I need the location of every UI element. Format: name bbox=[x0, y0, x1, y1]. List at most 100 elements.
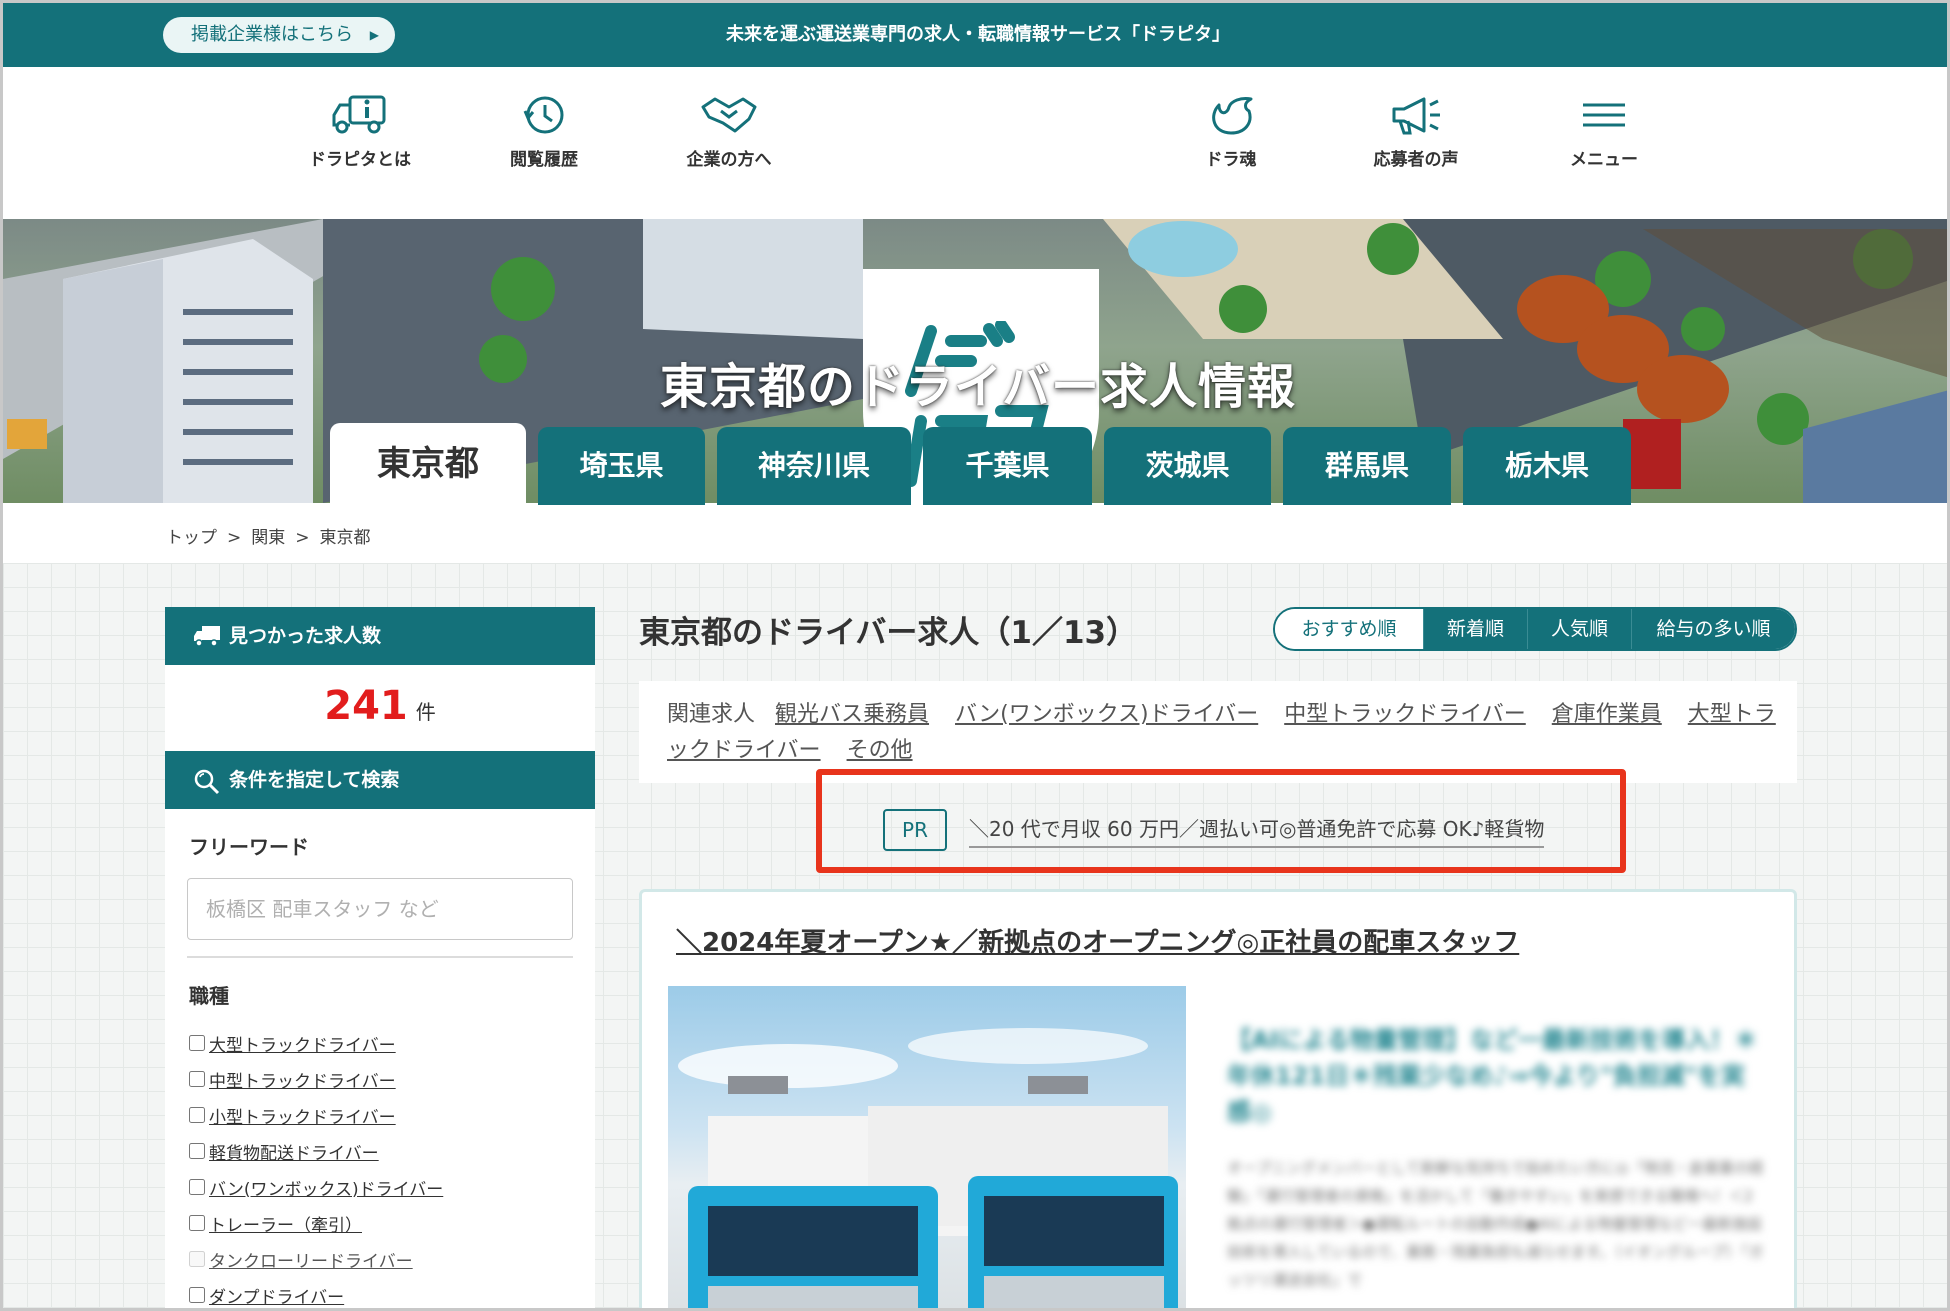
nav-voices-label: 応募者の声 bbox=[1373, 150, 1459, 170]
search-conditions-header: 条件を指定して検索 bbox=[165, 751, 595, 809]
jobtype-link[interactable]: トレーラー（牽引） bbox=[209, 1211, 362, 1236]
nav-about-label: ドラピタとは bbox=[309, 150, 411, 170]
related-job-link[interactable]: 倉庫作業員 bbox=[1552, 702, 1662, 727]
nav-menu-label: メニュー bbox=[1570, 150, 1638, 170]
tab-prefecture-tochigi[interactable]: 栃木県 bbox=[1463, 427, 1631, 505]
jobtype-item: 中型トラックドライバー bbox=[189, 1061, 595, 1097]
tab-prefecture-saitama[interactable]: 埼玉県 bbox=[538, 427, 705, 505]
job-summary-heading: 【AIによる物量管理】など一最新技術を導入！＊年休121日＊残業少なめ♪⇒今より… bbox=[1227, 1026, 1758, 1126]
pr-banner: PR ＼20 代で月収 60 万円／週払い可◎普通免許で応募 OK♪軽貨物 bbox=[883, 807, 1545, 853]
header-nav: ドラピタとは 閲覧履歴 企業の方へ ドラ魂 応募者の声 メニュー bbox=[3, 67, 1947, 219]
sort-recommended[interactable]: おすすめ順 bbox=[1275, 609, 1423, 649]
nav-voices[interactable]: 応募者の声 bbox=[1331, 93, 1501, 170]
related-jobs-label: 関連求人 bbox=[667, 702, 756, 727]
job-summary-text: オープニングメンバーとして新鮮な気持ちで始めたい方に◎「物流・倉庫業の経験」「運… bbox=[1227, 1159, 1764, 1289]
jobtype-link[interactable]: バン(ワンボックス)ドライバー bbox=[209, 1175, 443, 1200]
tab-prefecture-kanagawa[interactable]: 神奈川県 bbox=[717, 427, 911, 505]
hero-title: 東京都のドライバー求人情報 bbox=[659, 359, 1297, 415]
pr-badge: PR bbox=[883, 809, 947, 851]
clock-history-icon bbox=[523, 96, 564, 134]
related-jobs: 関連求人 観光バス乗務員 バン(ワンボックス)ドライバー 中型トラックドライバー 倉庫作… bbox=[639, 681, 1797, 783]
breadcrumb-separator: > bbox=[227, 528, 242, 548]
related-job-link[interactable]: その他 bbox=[847, 738, 913, 763]
breadcrumb: トップ > 関東 > 東京都 bbox=[166, 523, 371, 548]
truck-info-icon bbox=[332, 95, 386, 134]
jobtype-checkbox[interactable] bbox=[189, 1287, 205, 1303]
sort-salary[interactable]: 給与の多い順 bbox=[1631, 609, 1795, 649]
jobtype-link[interactable]: タンクローリードライバー bbox=[209, 1247, 413, 1272]
jobtype-link[interactable]: ダンプドライバー bbox=[209, 1283, 344, 1308]
jobtype-checkbox[interactable] bbox=[189, 1035, 205, 1051]
jobtype-checkbox[interactable] bbox=[189, 1251, 205, 1267]
prefecture-tabs: 東京都 埼玉県 神奈川県 千葉県 茨城県 群馬県 栃木県 bbox=[3, 419, 1947, 505]
jobtype-link[interactable]: 中型トラックドライバー bbox=[209, 1067, 396, 1092]
freeword-label: フリーワード bbox=[189, 835, 309, 859]
jobtype-link[interactable]: 大型トラックドライバー bbox=[209, 1031, 396, 1056]
breadcrumb-separator: > bbox=[295, 528, 310, 548]
job-summary: 【AIによる物量管理】など一最新技術を導入！＊年休121日＊残業少なめ♪⇒今より… bbox=[1227, 1022, 1767, 1294]
nav-spirit-label: ドラ魂 bbox=[1205, 150, 1257, 170]
flame-spirit-icon bbox=[1212, 97, 1253, 135]
jobtype-item: ダンプドライバー bbox=[189, 1277, 595, 1308]
sort-options: おすすめ順 新着順 人気順 給与の多い順 bbox=[1273, 607, 1797, 651]
jobtype-item: 大型トラックドライバー bbox=[189, 1025, 595, 1061]
nav-company-label: 企業の方へ bbox=[686, 150, 772, 170]
job-card: ＼2024年夏オープン★／新拠点のオープニング◎正社員の配車スタッフ 【AIによ… bbox=[639, 889, 1797, 1308]
trucks-photo-illustration bbox=[678, 1028, 1178, 1308]
freeword-input[interactable] bbox=[187, 878, 573, 940]
breadcrumb-top[interactable]: トップ bbox=[166, 528, 217, 548]
truck-icon bbox=[194, 626, 220, 647]
nav-menu[interactable]: メニュー bbox=[1519, 93, 1689, 170]
breadcrumb-bar: トップ > 関東 > 東京都 bbox=[3, 503, 1947, 563]
jobtype-link[interactable]: 軽貨物配送ドライバー bbox=[209, 1139, 379, 1164]
jobtype-item: 軽貨物配送ドライバー bbox=[189, 1133, 595, 1169]
result-count: 241 件 bbox=[165, 665, 595, 751]
breadcrumb-current: 東京都 bbox=[319, 528, 371, 548]
advertiser-link-label: 掲載企業様はこちら bbox=[191, 24, 353, 45]
megaphone-icon bbox=[1392, 97, 1440, 135]
jobtype-checkbox[interactable] bbox=[189, 1179, 205, 1195]
hamburger-menu-icon bbox=[1583, 103, 1625, 127]
nav-about[interactable]: ドラピタとは bbox=[275, 93, 445, 170]
job-title-link[interactable]: ＼2024年夏オープン★／新拠点のオープニング◎正社員の配車スタッフ bbox=[676, 922, 1519, 959]
jobtype-link[interactable]: 小型トラックドライバー bbox=[209, 1103, 396, 1128]
jobtype-item: トレーラー（牽引） bbox=[189, 1205, 595, 1241]
related-job-link[interactable]: 観光バス乗務員 bbox=[775, 702, 929, 727]
sidebar: 見つかった求人数 241 件 条件を指定して検索 フリーワード 職種 大型トラック… bbox=[165, 607, 595, 1308]
tab-prefecture-chiba[interactable]: 千葉県 bbox=[923, 427, 1092, 505]
jobtype-checkbox[interactable] bbox=[189, 1071, 205, 1087]
tab-prefecture-gunma[interactable]: 群馬県 bbox=[1283, 427, 1451, 505]
search-conditions-header-label: 条件を指定して検索 bbox=[229, 769, 400, 791]
chevron-right-icon: ▶ bbox=[369, 28, 379, 42]
advertiser-link-button[interactable]: 掲載企業様はこちら ▶ bbox=[163, 17, 395, 53]
related-job-link[interactable]: バン(ワンボックス)ドライバー bbox=[955, 702, 1258, 727]
pr-link[interactable]: ＼20 代で月収 60 万円／週払い可◎普通免許で応募 OK♪軽貨物 bbox=[969, 813, 1545, 848]
sort-newest[interactable]: 新着順 bbox=[1423, 609, 1527, 649]
jobtype-checkbox[interactable] bbox=[189, 1143, 205, 1159]
result-count-unit: 件 bbox=[415, 700, 436, 724]
handshake-icon bbox=[701, 97, 757, 133]
tab-prefecture-tokyo[interactable]: 東京都 bbox=[330, 423, 526, 505]
jobtype-item: バン(ワンボックス)ドライバー bbox=[189, 1169, 595, 1205]
nav-company[interactable]: 企業の方へ bbox=[644, 93, 814, 170]
found-count-header-label: 見つかった求人数 bbox=[229, 625, 382, 647]
related-job-link[interactable]: 中型トラックドライバー bbox=[1284, 702, 1526, 727]
search-icon bbox=[194, 769, 220, 795]
tab-prefecture-ibaraki[interactable]: 茨城県 bbox=[1104, 427, 1271, 505]
nav-history[interactable]: 閲覧履歴 bbox=[459, 93, 629, 170]
jobtype-list: 大型トラックドライバー 中型トラックドライバー 小型トラックドライバー 軽貨物配… bbox=[165, 1009, 595, 1308]
nav-spirit[interactable]: ドラ魂 bbox=[1146, 93, 1316, 170]
jobtype-checkbox[interactable] bbox=[189, 1107, 205, 1123]
jobtype-item: 小型トラックドライバー bbox=[189, 1097, 595, 1133]
jobtype-item: タンクローリードライバー bbox=[189, 1241, 595, 1277]
content-area: 見つかった求人数 241 件 条件を指定して検索 フリーワード 職種 大型トラック… bbox=[3, 563, 1947, 1308]
nav-history-label: 閲覧履歴 bbox=[510, 150, 578, 170]
found-count-header: 見つかった求人数 bbox=[165, 607, 595, 665]
top-bar: 未来を運ぶ運送業専門の求人・転職情報サービス「ドラピタ」 掲載企業様はこちら ▶ bbox=[3, 3, 1947, 67]
jobtype-checkbox[interactable] bbox=[189, 1215, 205, 1231]
page-frame: 未来を運ぶ運送業専門の求人・転職情報サービス「ドラピタ」 掲載企業様はこちら ▶… bbox=[0, 0, 1950, 1311]
jobtype-label: 職種 bbox=[189, 984, 229, 1008]
job-photo bbox=[668, 986, 1186, 1308]
sort-popular[interactable]: 人気順 bbox=[1527, 609, 1631, 649]
breadcrumb-kanto[interactable]: 関東 bbox=[251, 528, 285, 548]
